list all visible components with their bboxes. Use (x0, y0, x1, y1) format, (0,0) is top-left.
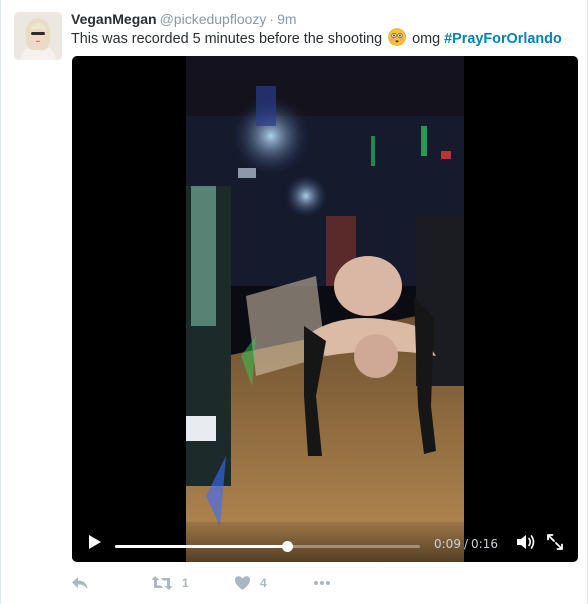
fullscreen-button[interactable] (545, 532, 565, 552)
avatar[interactable] (14, 12, 62, 60)
video-controls: 0:09/0:16 (72, 522, 578, 562)
tweet-text: This was recorded 5 minutes before the s… (71, 28, 562, 49)
reply-icon (72, 577, 88, 589)
tweet-actions: 1 4 (71, 572, 511, 594)
fullscreen-icon (547, 534, 563, 550)
duration: 0:16 (471, 537, 498, 551)
retweet-icon (151, 576, 173, 590)
retweet-count: 1 (182, 576, 189, 590)
play-button[interactable] (84, 532, 104, 552)
video-time: 0:09/0:16 (434, 537, 498, 551)
time-separator: / (463, 537, 468, 551)
tweet: VeganMegan @pickedupfloozy · 9m This was re… (0, 0, 588, 604)
video-progress-bar[interactable] (115, 541, 420, 552)
current-time: 0:09 (434, 537, 461, 551)
hashtag-link[interactable]: #PrayForOrlando (444, 31, 562, 47)
more-button[interactable] (313, 572, 331, 594)
screen-name[interactable]: @pickedupfloozy (160, 11, 267, 27)
meta-separator: · (269, 11, 275, 27)
like-button[interactable]: 4 (234, 572, 267, 594)
tweet-header: VeganMegan @pickedupfloozy · 9m (71, 10, 297, 28)
volume-icon (517, 535, 535, 549)
display-name[interactable]: VeganMegan (71, 11, 157, 27)
volume-button[interactable] (515, 532, 537, 552)
more-dots-icon (314, 581, 330, 585)
flushed-face-icon (388, 28, 406, 46)
like-count: 4 (260, 576, 267, 590)
reply-button[interactable] (71, 572, 89, 594)
play-icon (89, 535, 101, 549)
video-progress-fill (115, 545, 287, 548)
tweet-text-after: omg (412, 31, 441, 47)
timestamp[interactable]: 9m (277, 11, 296, 27)
heart-icon (235, 576, 250, 590)
video-frame[interactable] (186, 56, 464, 562)
video-player[interactable]: 0:09/0:16 (72, 56, 578, 562)
video-scrubber-handle[interactable] (281, 541, 293, 552)
retweet-button[interactable]: 1 (151, 572, 189, 594)
tweet-text-main: This was recorded 5 minutes before the s… (71, 31, 383, 47)
